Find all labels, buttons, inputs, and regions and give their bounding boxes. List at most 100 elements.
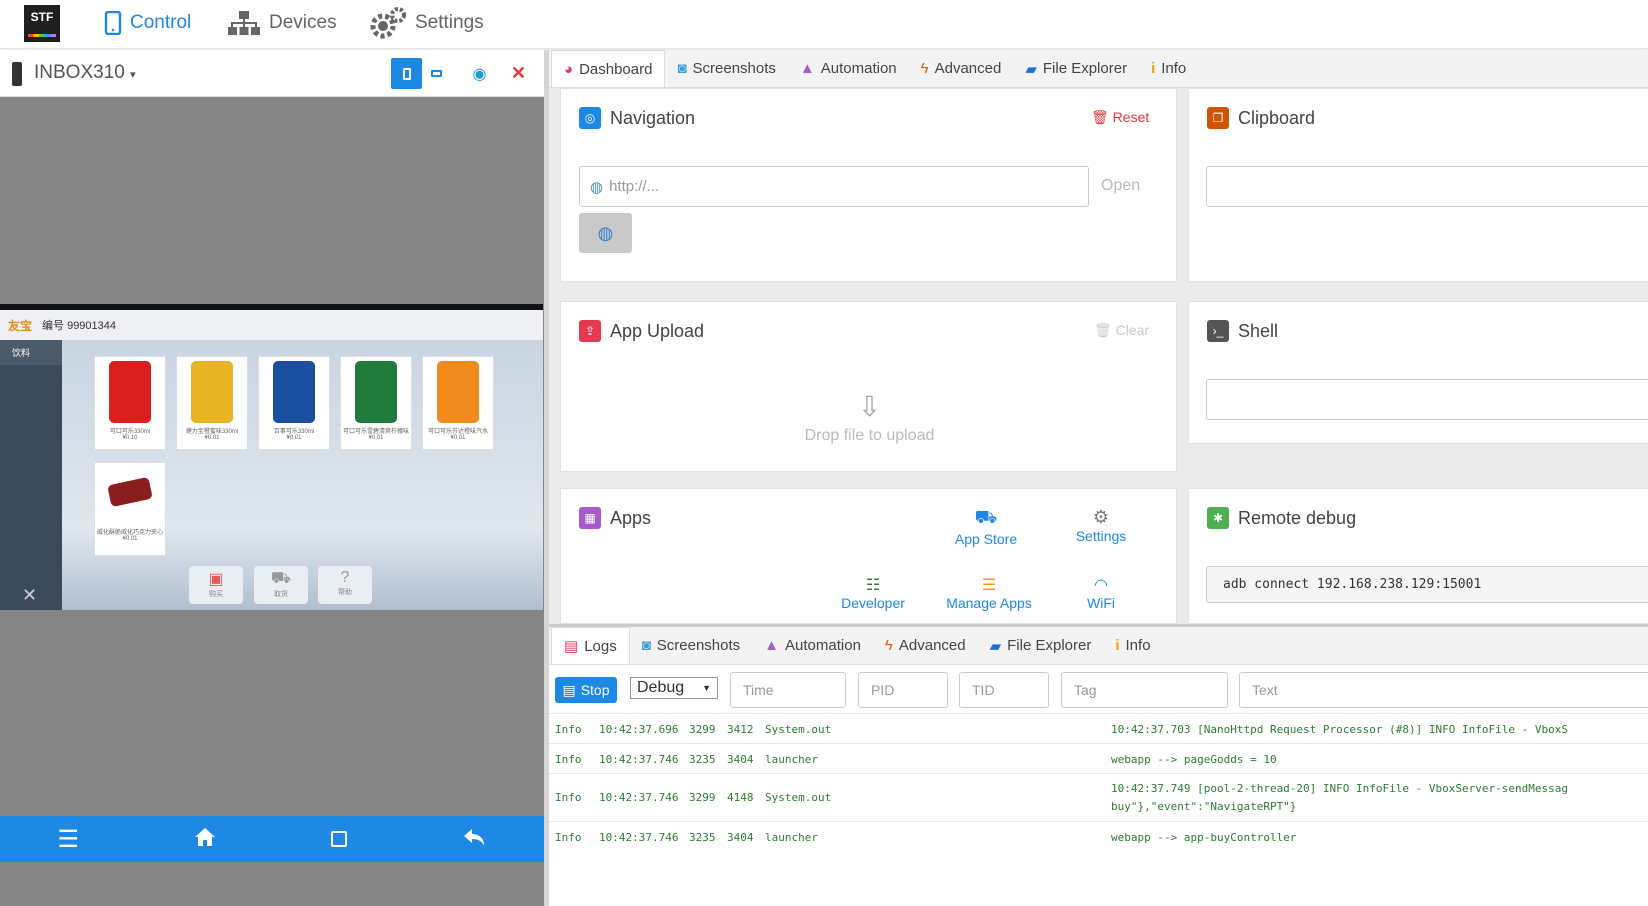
- stop-using-button[interactable]: ✕: [503, 58, 534, 89]
- log-tid: 4148: [727, 791, 754, 804]
- product-tile[interactable]: 可口可乐雪碧清爽柠檬味 ¥0.01: [340, 356, 412, 450]
- log-level: Info: [555, 723, 582, 736]
- pid-filter-input[interactable]: PID: [858, 672, 948, 708]
- drop-text: Drop file to upload: [804, 427, 935, 444]
- level-value: Debug: [637, 679, 685, 696]
- settings-app-button[interactable]: ⚙ Settings: [1061, 507, 1141, 544]
- text-filter-input[interactable]: Text: [1239, 672, 1648, 708]
- home-button[interactable]: [194, 827, 216, 852]
- buy-label: 购买: [209, 591, 223, 598]
- log-row[interactable]: Info 10:42:37.746 3299 4148 System.out 1…: [549, 773, 1648, 821]
- nav-settings-label: Settings: [415, 12, 484, 33]
- developer-button[interactable]: ☷ Developer: [833, 575, 913, 611]
- log-tabs: ▤ Logs ◙ Screenshots ▲ Automation ϟ Advanced…: [549, 627, 1648, 665]
- device-name-dropdown[interactable]: INBOX310 ▾: [34, 62, 136, 84]
- clipboard-input[interactable]: [1206, 166, 1648, 207]
- log-message: webapp --> pageGodds = 10: [1111, 753, 1277, 766]
- product-tile[interactable]: 威化酥脆威化巧克力夹心 ¥0.01: [94, 462, 166, 556]
- tab-label: Advanced: [898, 637, 966, 654]
- tab-info[interactable]: i Info: [1139, 50, 1198, 87]
- tab-advanced[interactable]: ϟ Advanced: [909, 50, 1014, 87]
- app-store-button[interactable]: ⛟ App Store: [946, 507, 1026, 547]
- screen-close-icon[interactable]: ✕: [22, 585, 37, 606]
- shell-input[interactable]: [1206, 379, 1648, 420]
- camera-icon: ◙: [641, 637, 651, 654]
- help-label: 帮助: [338, 589, 352, 596]
- tab-logs[interactable]: ▤ Logs: [551, 627, 630, 664]
- log-row[interactable]: Info 10:42:37.696 3299 3412 System.out 1…: [549, 713, 1648, 743]
- tab-dashboard[interactable]: ◕ Dashboard: [551, 50, 666, 87]
- open-browser-button[interactable]: ◍: [579, 213, 632, 253]
- stf-logo[interactable]: STF: [24, 5, 60, 42]
- nav-control[interactable]: Control: [104, 0, 191, 46]
- product-tile[interactable]: 可口可乐330ml ¥0.10: [94, 356, 166, 450]
- tab-label: Dashboard: [579, 60, 653, 78]
- manage-apps-button[interactable]: ☰ Manage Apps: [939, 575, 1039, 611]
- log-row[interactable]: Info 10:42:37.746 3235 3404 launcher web…: [549, 821, 1648, 851]
- drop-zone[interactable]: ⇩ Drop file to upload: [561, 390, 1178, 445]
- clear-button[interactable]: 🗑 Clear: [1094, 322, 1149, 339]
- pickup-label: 取货: [274, 591, 288, 598]
- device-screen[interactable]: 友宝 编号 99901344 饮料 ✕ 可口可乐330ml ¥0.10 健力宝橙蜜…: [0, 304, 543, 610]
- tab-automation-bottom[interactable]: ▲ Automation: [752, 627, 873, 664]
- log-time: 10:42:37.746: [599, 753, 679, 766]
- bug-icon: ✱: [1207, 507, 1229, 529]
- remote-debug-title: ✱ Remote debug: [1207, 507, 1356, 529]
- tab-info-bottom[interactable]: i Info: [1103, 627, 1162, 664]
- tab-file-explorer[interactable]: ▰ File Explorer: [1013, 50, 1139, 87]
- screen-category[interactable]: 饮料: [0, 340, 62, 365]
- folder-icon: ▰: [1025, 60, 1037, 78]
- clipboard-icon: ❐: [1207, 107, 1229, 129]
- recents-button[interactable]: [331, 831, 348, 847]
- device-toolbar: INBOX310 ▾ ◉ ✕: [0, 50, 544, 97]
- device-pane: INBOX310 ▾ ◉ ✕ 友宝 编号 99901344 饮料 ✕ 可口可乐3…: [0, 50, 544, 906]
- screen-brand: 友宝: [8, 318, 33, 333]
- menu-button[interactable]: ☰: [58, 825, 80, 854]
- navigation-panel: ◎ Navigation 🗑 Reset ◍ http://... Open ◍: [560, 88, 1177, 282]
- tid-filter-input[interactable]: TID: [959, 672, 1049, 708]
- product-tile[interactable]: 百事可乐330ml ¥0.01: [258, 356, 330, 450]
- url-input[interactable]: ◍ http://...: [579, 166, 1089, 207]
- dashboard-icon: ◕: [564, 60, 574, 78]
- reset-button[interactable]: 🗑 Reset: [1091, 109, 1149, 126]
- back-button[interactable]: [462, 827, 486, 852]
- open-button[interactable]: Open: [1101, 177, 1140, 195]
- device-nav-bar: ☰: [0, 816, 544, 862]
- tab-screenshots[interactable]: ◙ Screenshots: [665, 50, 787, 87]
- control-pane: ◕ Dashboard ◙ Screenshots ▲ Automation ϟ Adv…: [549, 50, 1648, 906]
- product-tile[interactable]: 健力宝橙蜜味330ml ¥0.01: [176, 356, 248, 450]
- screen-pickup-button[interactable]: ⛟ 取货: [254, 566, 308, 604]
- screen-help-button[interactable]: ? 帮助: [318, 566, 372, 604]
- time-filter-input[interactable]: Time: [730, 672, 846, 708]
- tab-file-explorer-bottom[interactable]: ▰ File Explorer: [978, 627, 1104, 664]
- landscape-icon: [431, 70, 442, 77]
- product-tile[interactable]: 可口可乐芬达橙味汽水 ¥0.01: [422, 356, 494, 450]
- log-tag: launcher: [765, 831, 818, 844]
- list-icon: ▤: [562, 681, 576, 698]
- log-filters: ▤ Stop Debug ▼ Time PID TID Tag Text: [549, 672, 1648, 712]
- developer-label: Developer: [841, 595, 905, 611]
- home-icon: [195, 827, 216, 846]
- shop-icon: ▣: [208, 571, 224, 588]
- tab-label: Automation: [820, 60, 897, 77]
- stop-button[interactable]: ▤ Stop: [555, 677, 617, 703]
- dashboard-tabs: ◕ Dashboard ◙ Screenshots ▲ Automation ϟ Adv…: [549, 50, 1648, 88]
- tag-filter-input[interactable]: Tag: [1061, 672, 1228, 708]
- tab-automation[interactable]: ▲ Automation: [788, 50, 909, 87]
- tab-advanced-bottom[interactable]: ϟ Advanced: [873, 627, 978, 664]
- log-row[interactable]: Info 10:42:37.746 3235 3404 launcher web…: [549, 743, 1648, 773]
- wifi-button[interactable]: ◠ WiFi: [1073, 575, 1129, 611]
- portrait-button[interactable]: [391, 58, 422, 89]
- level-select[interactable]: Debug ▼: [630, 677, 718, 699]
- back-icon: [464, 828, 485, 846]
- nav-devices[interactable]: Devices: [227, 0, 337, 46]
- screen-toggle-button[interactable]: ◉: [464, 58, 495, 89]
- app-store-label: App Store: [954, 531, 1018, 547]
- screen-buy-button[interactable]: ▣ 购买: [189, 566, 243, 604]
- tab-screenshots-bottom[interactable]: ◙ Screenshots: [630, 627, 752, 664]
- nav-settings[interactable]: Settings: [369, 0, 484, 46]
- adb-command[interactable]: adb connect 192.168.238.129:15001: [1206, 566, 1648, 603]
- product-name: 威化酥脆威化巧克力夹心: [96, 530, 163, 536]
- landscape-button[interactable]: [421, 58, 452, 89]
- tab-label: Advanced: [934, 60, 1002, 77]
